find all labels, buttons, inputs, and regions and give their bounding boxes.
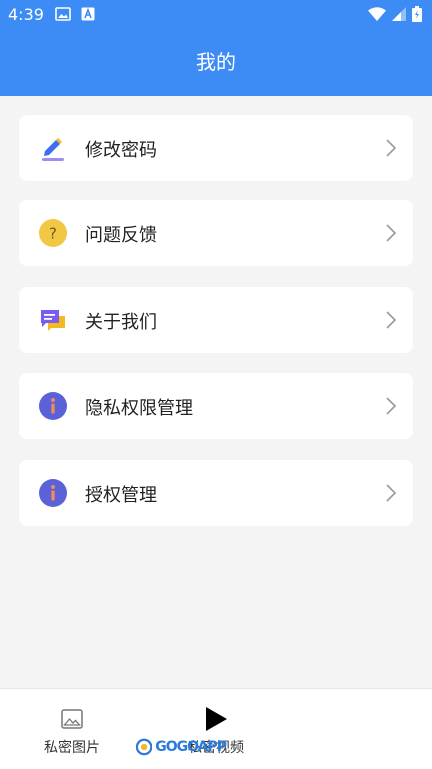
menu-item-label: 授权管理 bbox=[85, 485, 157, 506]
menu-item-label: 关于我们 bbox=[85, 312, 157, 333]
menu-item-feedback[interactable]: ? 问题反馈 bbox=[19, 200, 413, 266]
status-bar: 4:39 bbox=[0, 0, 432, 30]
play-icon bbox=[206, 707, 227, 731]
chevron-right-icon bbox=[386, 139, 397, 157]
chevron-right-icon bbox=[386, 311, 397, 329]
chevron-right-icon bbox=[386, 484, 397, 502]
nav-label: 私密图片 bbox=[44, 740, 100, 756]
menu-item-about-us[interactable]: 关于我们 bbox=[19, 287, 413, 353]
menu-item-authorization[interactable]: 授权管理 bbox=[19, 460, 413, 526]
status-time: 4:39 bbox=[8, 5, 44, 24]
chevron-right-icon bbox=[386, 397, 397, 415]
watermark-logo-icon bbox=[136, 738, 153, 756]
page-title: 我的 bbox=[196, 50, 236, 74]
info-icon bbox=[39, 479, 67, 507]
font-notification-icon bbox=[81, 7, 95, 21]
menu-item-label: 问题反馈 bbox=[85, 225, 157, 246]
image-icon bbox=[61, 709, 83, 729]
menu-item-label: 隐私权限管理 bbox=[85, 398, 193, 419]
signal-icon bbox=[392, 7, 406, 21]
menu-item-label: 修改密码 bbox=[85, 140, 157, 161]
chevron-right-icon bbox=[386, 224, 397, 242]
gallery-notification-icon bbox=[55, 7, 71, 21]
chat-bubbles-icon bbox=[41, 310, 65, 331]
wifi-icon bbox=[368, 7, 386, 21]
app-header: 4:39 我的 bbox=[0, 0, 432, 96]
edit-pencil-icon bbox=[42, 138, 64, 161]
menu-item-change-password[interactable]: 修改密码 bbox=[19, 115, 413, 181]
watermark-logo: GOGOAPP bbox=[136, 736, 227, 758]
nav-tab-private-images[interactable]: 私密图片 bbox=[2, 689, 142, 769]
watermark-text: GOGOAPP bbox=[155, 739, 227, 755]
menu-item-privacy-permissions[interactable]: 隐私权限管理 bbox=[19, 373, 413, 439]
question-icon: ? bbox=[39, 219, 67, 247]
info-icon bbox=[39, 392, 67, 420]
battery-icon bbox=[412, 6, 422, 22]
svg-text:?: ? bbox=[49, 225, 57, 243]
